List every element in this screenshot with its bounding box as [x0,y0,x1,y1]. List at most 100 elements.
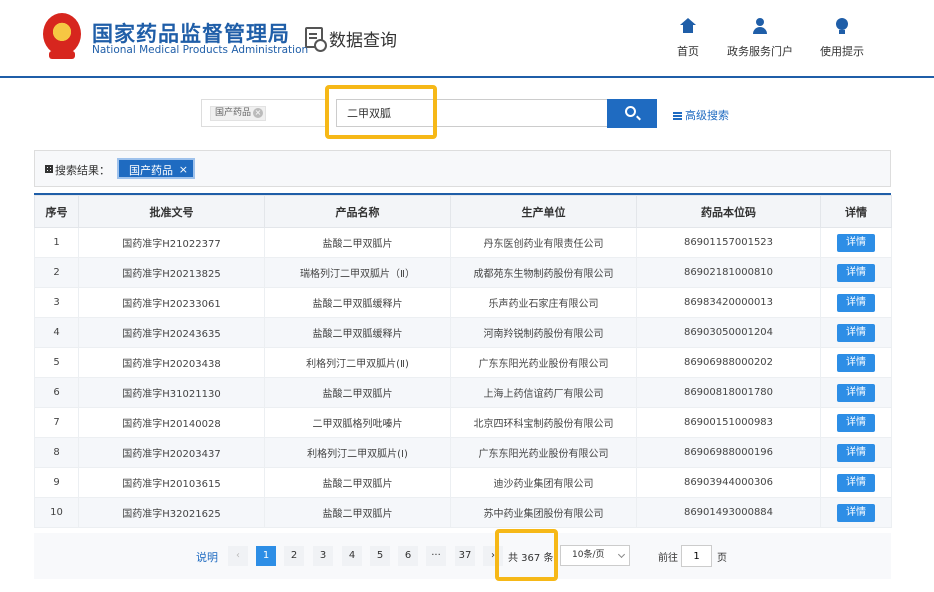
cell-approval-no: 国药准字H20203438 [78,347,265,378]
cell-drug-code: 86906988000202 [636,347,821,378]
cell-index: 9 [34,467,79,498]
cell-index: 3 [34,287,79,318]
cell-detail: 详情 [820,377,892,408]
cell-drug-code: 86901157001523 [636,227,821,258]
table-header-row: 序号 批准文号 产品名称 生产单位 药品本位码 详情 [34,195,892,228]
cell-approval-no: 国药准字H31021130 [78,377,265,408]
cell-product-name: 盐酸二甲双胍缓释片 [264,317,451,348]
nav-usage-tips[interactable]: 使用提示 [802,18,882,59]
detail-button[interactable]: 详情 [837,263,875,282]
cell-drug-code: 86906988000196 [636,437,821,468]
detail-button[interactable]: 详情 [837,473,875,492]
cell-product-name: 盐酸二甲双胍片 [264,377,451,408]
cell-manufacturer: 丹东医创药业有限责任公司 [450,227,637,258]
cell-manufacturer: 乐声药业石家庄有限公司 [450,287,637,318]
table-row: 4 国药准字H20243635 盐酸二甲双胍缓释片 河南羚锐制药股份有限公司 86903… [34,317,892,348]
detail-button[interactable]: 详情 [837,443,875,462]
page-button-1[interactable]: 1 [256,546,276,566]
detail-button[interactable]: 详情 [837,383,875,402]
cell-detail: 详情 [820,497,892,528]
cell-manufacturer: 河南羚锐制药股份有限公司 [450,317,637,348]
detail-button[interactable]: 详情 [837,413,875,432]
cell-product-name: 二甲双胍格列吡嗪片 [264,407,451,438]
page-size-select[interactable]: 10条/页 [560,545,630,566]
detail-button[interactable]: 详情 [837,293,875,312]
cell-approval-no: 国药准字H20243635 [78,317,265,348]
nav-home[interactable]: 首页 [648,18,728,59]
explain-link[interactable]: 说明 [196,549,218,565]
search-button[interactable] [607,99,657,128]
cell-drug-code: 86983420000013 [636,287,821,318]
cell-drug-code: 86901493000884 [636,497,821,528]
cell-approval-no: 国药准字H20213825 [78,257,265,288]
result-filter-chip[interactable]: 国产药品 × [117,158,195,179]
cell-index: 1 [34,227,79,258]
search-scope-select[interactable]: 国产药品 × [201,99,327,127]
col-header-manufacturer: 生产单位 [450,195,637,228]
cell-manufacturer: 广东东阳光药业股份有限公司 [450,437,637,468]
cell-product-name: 瑞格列汀二甲双胍片（Ⅱ） [264,257,451,288]
cell-product-name: 利格列汀二甲双胍片(Ⅱ) [264,347,451,378]
nav-usage-tips-label: 使用提示 [820,45,864,58]
detail-button[interactable]: 详情 [837,323,875,342]
nav-gov-portal-label: 政务服务门户 [727,45,793,58]
page-size-value: 10条/页 [572,550,605,560]
cell-approval-no: 国药准字H32021625 [78,497,265,528]
search-icon [625,106,636,117]
cell-index: 8 [34,437,79,468]
page-button-3[interactable]: 3 [313,546,333,566]
col-header-detail: 详情 [820,195,892,228]
table-row: 1 国药准字H21022377 盐酸二甲双胍片 丹东医创药业有限责任公司 8690115… [34,227,892,258]
table-row: 9 国药准字H20103615 盐酸二甲双胍片 迪沙药业集团有限公司 869039440… [34,467,892,498]
cell-drug-code: 86900818001780 [636,377,821,408]
detail-button[interactable]: 详情 [837,353,875,372]
prev-page-button[interactable]: ‹ [228,546,248,566]
results-table: 序号 批准文号 产品名称 生产单位 药品本位码 详情 1 国药准字H2102237… [34,195,892,528]
table-row: 3 国药准字H20233061 盐酸二甲双胍缓释片 乐声药业石家庄有限公司 869834… [34,287,892,318]
table-row: 2 国药准字H20213825 瑞格列汀二甲双胍片（Ⅱ） 成都苑东生物制药股份有限公司… [34,257,892,288]
cell-detail: 详情 [820,437,892,468]
cell-detail: 详情 [820,347,892,378]
cell-drug-code: 86902181000810 [636,257,821,288]
col-header-drug-code: 药品本位码 [636,195,821,228]
goto-page-input[interactable] [681,545,712,567]
total-count: 共 367 条 [508,553,554,564]
next-page-button[interactable]: › [483,546,503,566]
table-row: 8 国药准字H20203437 利格列汀二甲双胍片(Ⅰ) 广东东阳光药业股份有限公司 8… [34,437,892,468]
page-button-37[interactable]: 37 [455,546,475,566]
chip-close-icon[interactable]: × [179,159,188,180]
page-button-2[interactable]: 2 [284,546,304,566]
lightbulb-icon [834,18,850,34]
cell-detail: 详情 [820,287,892,318]
cell-index: 7 [34,407,79,438]
cell-approval-no: 国药准字H21022377 [78,227,265,258]
pagination-bar: 说明 ‹ 1 2 3 4 5 6 ··· 37 › 共 367 条 10条/页 … [34,533,891,579]
cell-product-name: 利格列汀二甲双胍片(Ⅰ) [264,437,451,468]
home-icon [680,18,696,34]
cell-manufacturer: 广东东阳光药业股份有限公司 [450,347,637,378]
grid-icon [45,165,53,173]
cell-index: 4 [34,317,79,348]
page-button-5[interactable]: 5 [370,546,390,566]
results-label: 搜索结果： [55,164,110,177]
advanced-search-link[interactable]: 高级搜索 [673,107,729,123]
scope-tag: 国产药品 × [210,106,267,121]
cell-manufacturer: 迪沙药业集团有限公司 [450,467,637,498]
col-header-index: 序号 [34,195,79,228]
user-icon [752,18,768,34]
cell-drug-code: 86903944000306 [636,467,821,498]
page-button-6[interactable]: 6 [398,546,418,566]
table-row: 7 国药准字H20140028 二甲双胍格列吡嗪片 北京四环科宝制药股份有限公司 869… [34,407,892,438]
search-input[interactable] [336,99,608,127]
scope-tag-label: 国产药品 [215,108,252,118]
scope-tag-close-icon[interactable]: × [253,108,264,118]
detail-button[interactable]: 详情 [837,503,875,522]
table-row: 5 国药准字H20203438 利格列汀二甲双胍片(Ⅱ) 广东东阳光药业股份有限公司 8… [34,347,892,378]
nav-gov-portal[interactable]: 政务服务门户 [720,18,800,59]
page-button-4[interactable]: 4 [342,546,362,566]
cell-product-name: 盐酸二甲双胍缓释片 [264,287,451,318]
cell-product-name: 盐酸二甲双胍片 [264,227,451,258]
detail-button[interactable]: 详情 [837,233,875,252]
cell-index: 10 [34,497,79,528]
page-ellipsis-button[interactable]: ··· [426,546,446,566]
